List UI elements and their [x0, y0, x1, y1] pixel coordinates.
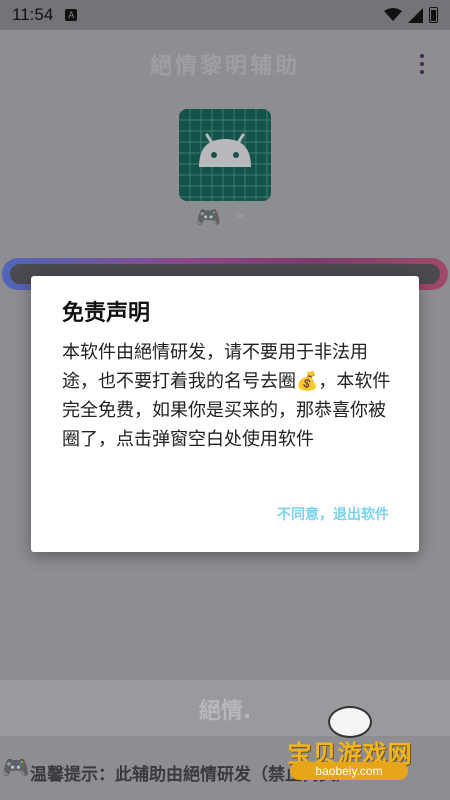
disagree-exit-button[interactable]: 不同意，退出软件 [277, 504, 389, 524]
signal-icon [408, 7, 423, 23]
dialog-title: 免责声明 [62, 301, 151, 326]
dialog-body: 本软件由絕情研发，请不要用于非法用途，也不要打着我的名号去圈💰，本软件完全免费，… [62, 342, 391, 450]
watermark: 宝贝游戏网 baobeiy.com [270, 706, 430, 784]
bottom-gamepad-icon: 🎮 [2, 756, 30, 781]
app-title: 絕情黎明辅助 [149, 54, 300, 79]
gamepad-icon: 🎮 [196, 205, 221, 229]
watermark-url: baobeiy.com [290, 762, 408, 780]
more-vert-icon[interactable] [418, 54, 426, 78]
status-time: 11:54 [12, 5, 54, 24]
battery-icon [429, 7, 438, 23]
wifi-icon [384, 8, 402, 21]
notification-icon: A [65, 9, 78, 21]
disclaimer-dialog: 免责声明 本软件由絕情研发，请不要用于非法用途，也不要打着我的名号去圈💰，本软件… [31, 276, 419, 552]
status-icons [384, 7, 438, 23]
android-icon [179, 109, 271, 201]
arrow-icon: ➤ [234, 208, 246, 224]
status-bar: 11:54 A [0, 0, 450, 30]
